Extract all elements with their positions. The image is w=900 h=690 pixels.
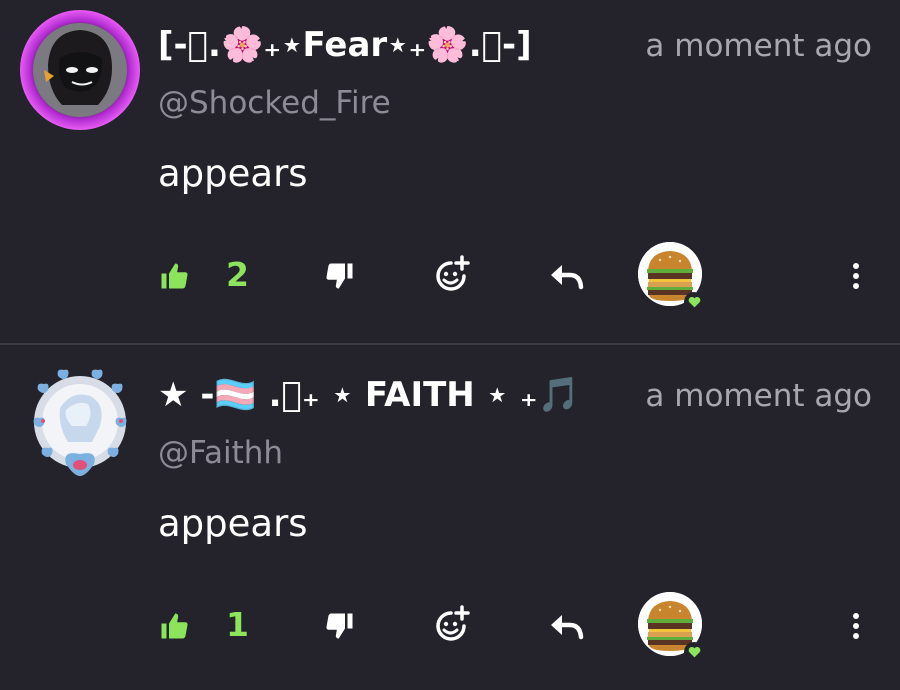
thumbs-up-icon (161, 613, 188, 639)
like-button[interactable] (156, 608, 192, 644)
comment-body: appears (158, 152, 308, 195)
dislike-button[interactable] (322, 258, 358, 294)
like-count: 2 (226, 255, 249, 294)
like-button[interactable] (156, 258, 192, 294)
display-name[interactable]: [-⃟.🌸₊⋆Fear⋆₊🌸.⃟-] (158, 20, 532, 70)
thumbs-up-icon (161, 263, 188, 289)
reply-icon (551, 615, 584, 640)
thumbs-down-icon (326, 613, 353, 639)
reply-button[interactable] (546, 258, 586, 294)
reply-button[interactable] (546, 608, 586, 644)
more-vertical-icon (853, 613, 859, 639)
heart-icon (688, 646, 700, 658)
hearts-character-avatar-icon (20, 360, 140, 480)
more-vertical-icon (853, 263, 859, 289)
more-options-button[interactable] (838, 606, 874, 646)
add-reaction-button[interactable] (430, 254, 472, 296)
display-name[interactable]: ★ -🏳️‍⚧️ .⃟₊ ⋆ FAITH ⋆ ₊🎵 (158, 370, 580, 420)
like-count: 1 (226, 605, 249, 644)
reactor-avatar[interactable] (638, 242, 704, 312)
comment-divider (0, 343, 900, 345)
username-handle[interactable]: @Faithh (158, 430, 283, 476)
reactor-avatar[interactable] (638, 592, 704, 662)
dark-character-avatar-icon (20, 10, 140, 130)
timestamp: a moment ago (645, 378, 872, 414)
user-avatar[interactable] (20, 360, 140, 480)
timestamp: a moment ago (645, 28, 872, 64)
add-reaction-icon (436, 255, 470, 291)
reply-icon (551, 265, 584, 290)
heart-badge (684, 292, 704, 312)
comment-card: ★ -🏳️‍⚧️ .⃟₊ ⋆ FAITH ⋆ ₊🎵 a moment ago @… (0, 350, 900, 690)
heart-icon (688, 296, 700, 308)
comment-body: appears (158, 502, 308, 545)
add-reaction-button[interactable] (430, 604, 472, 646)
heart-badge (684, 642, 704, 662)
username-handle[interactable]: @Shocked_Fire (158, 80, 391, 126)
comment-actions: 2 (0, 240, 900, 312)
comment-card: [-⃟.🌸₊⋆Fear⋆₊🌸.⃟-] a moment ago @Shocked… (0, 0, 900, 340)
dislike-button[interactable] (322, 608, 358, 644)
thumbs-down-icon (326, 263, 353, 289)
more-options-button[interactable] (838, 256, 874, 296)
comment-actions: 1 (0, 590, 900, 662)
add-reaction-icon (436, 605, 470, 641)
user-avatar[interactable] (20, 10, 140, 130)
